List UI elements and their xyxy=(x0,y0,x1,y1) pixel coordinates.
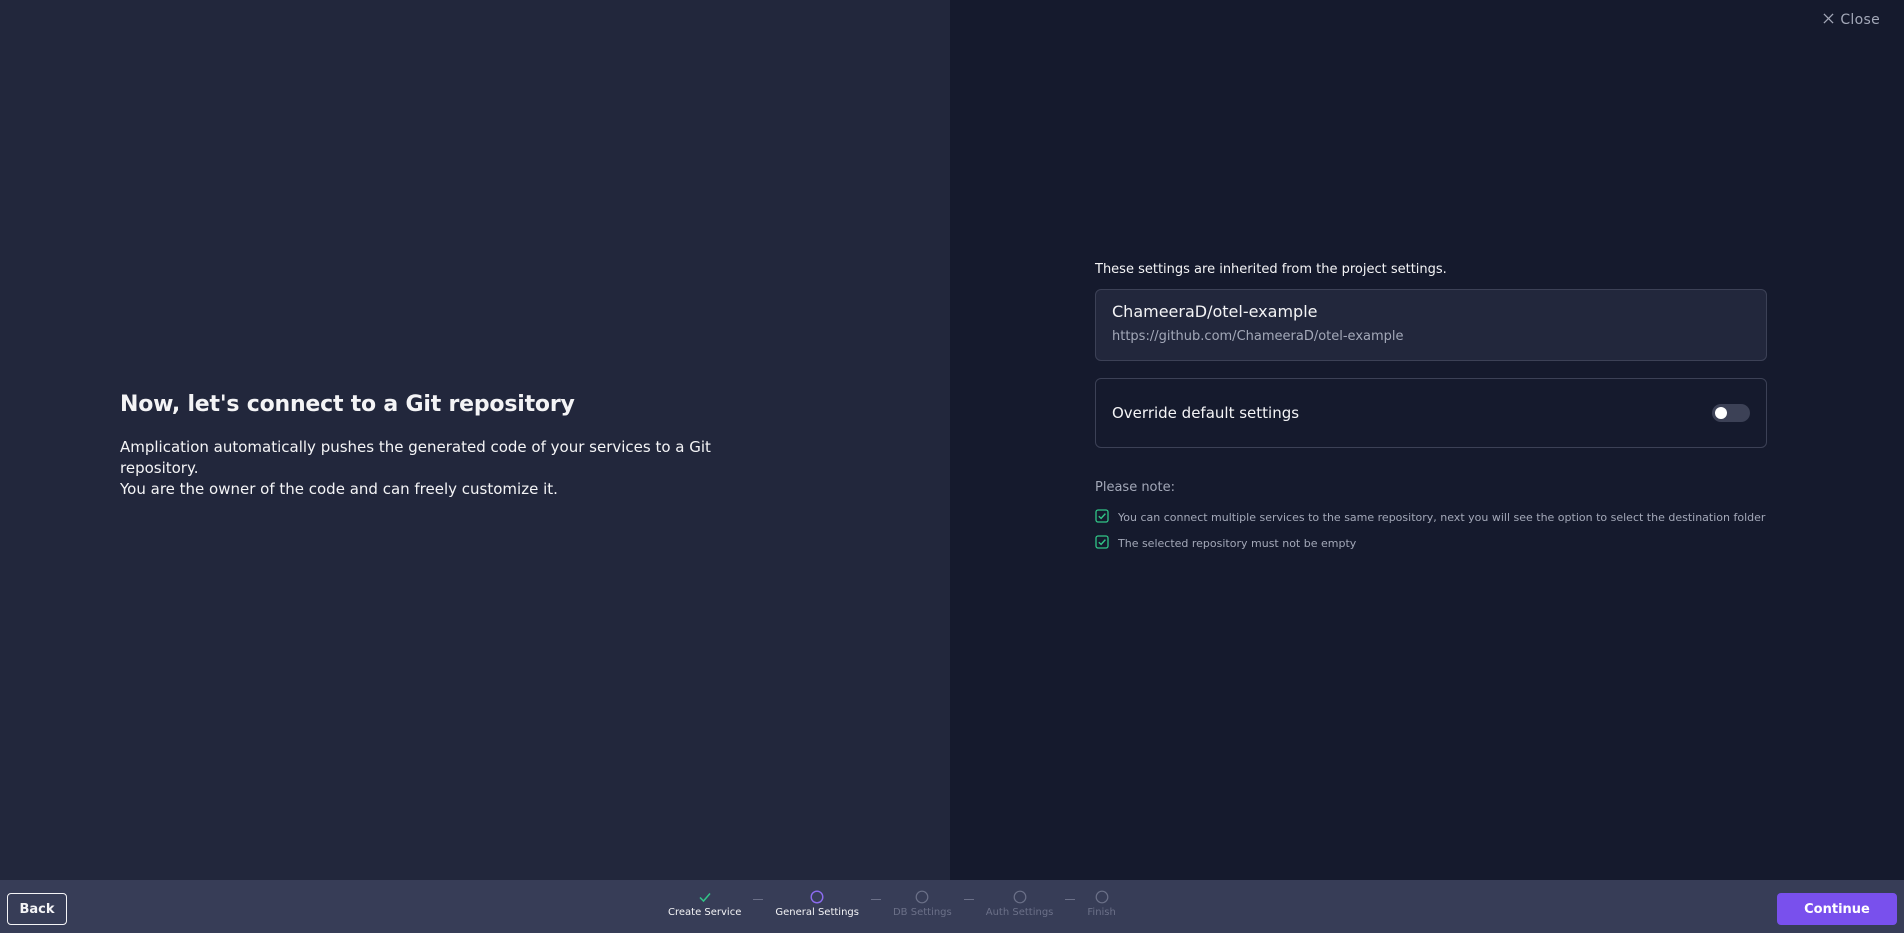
checkbox-check-icon xyxy=(1095,509,1109,526)
continue-button[interactable]: Continue xyxy=(1777,893,1897,925)
note-item: The selected repository must not be empt… xyxy=(1095,535,1767,552)
repository-url: https://github.com/ChameeraD/otel-exampl… xyxy=(1112,329,1404,344)
override-toggle[interactable] xyxy=(1712,404,1750,422)
step-pending-circle-icon xyxy=(1095,890,1109,904)
step-separator xyxy=(753,899,764,900)
step-db-settings[interactable]: DB Settings xyxy=(893,890,952,918)
left-panel: Now, let's connect to a Git repository A… xyxy=(0,0,950,880)
step-create-service[interactable]: Create Service xyxy=(668,890,741,918)
intro-section: Now, let's connect to a Git repository A… xyxy=(120,392,780,500)
repository-name: ChameeraD/otel-example xyxy=(1112,302,1318,321)
page-title: Now, let's connect to a Git repository xyxy=(120,392,575,417)
step-separator xyxy=(1065,899,1076,900)
step-label: Finish xyxy=(1087,907,1116,918)
close-label: Close xyxy=(1840,12,1880,28)
step-auth-settings[interactable]: Auth Settings xyxy=(985,890,1054,918)
intro-line-2: You are the owner of the code and can fr… xyxy=(120,480,558,498)
toggle-knob xyxy=(1715,407,1727,419)
close-icon xyxy=(1823,12,1834,28)
wizard-footer: Back Create Service General Settings DB … xyxy=(0,880,1904,933)
step-label: Create Service xyxy=(668,907,742,918)
step-separator xyxy=(870,899,881,900)
step-label: General Settings xyxy=(775,907,859,918)
step-label: Auth Settings xyxy=(985,907,1054,918)
override-label: Override default settings xyxy=(1112,404,1300,422)
check-icon xyxy=(698,890,712,904)
note-text: The selected repository must not be empt… xyxy=(1118,537,1357,550)
step-pending-circle-icon xyxy=(1013,890,1027,904)
step-pending-circle-icon xyxy=(915,890,929,904)
note-title: Please note: xyxy=(1095,480,1175,495)
note-text: You can connect multiple services to the… xyxy=(1118,511,1766,524)
checkbox-check-icon xyxy=(1095,535,1109,552)
repository-card: ChameeraD/otel-example https://github.co… xyxy=(1095,289,1767,361)
step-active-circle-icon xyxy=(810,890,824,904)
wizard-steps: Create Service General Settings DB Setti… xyxy=(668,890,1116,918)
inherited-hint: These settings are inherited from the pr… xyxy=(1095,262,1447,277)
override-settings-card: Override default settings xyxy=(1095,378,1767,448)
step-separator xyxy=(963,899,974,900)
close-button[interactable]: Close xyxy=(1823,12,1880,28)
step-finish[interactable]: Finish xyxy=(1087,890,1116,918)
intro-line-1: Amplication automatically pushes the gen… xyxy=(120,438,711,477)
step-label: DB Settings xyxy=(892,907,952,918)
step-general-settings[interactable]: General Settings xyxy=(775,890,859,918)
note-item: You can connect multiple services to the… xyxy=(1095,509,1767,526)
settings-section: These settings are inherited from the pr… xyxy=(1095,262,1767,561)
back-button[interactable]: Back xyxy=(7,893,67,925)
